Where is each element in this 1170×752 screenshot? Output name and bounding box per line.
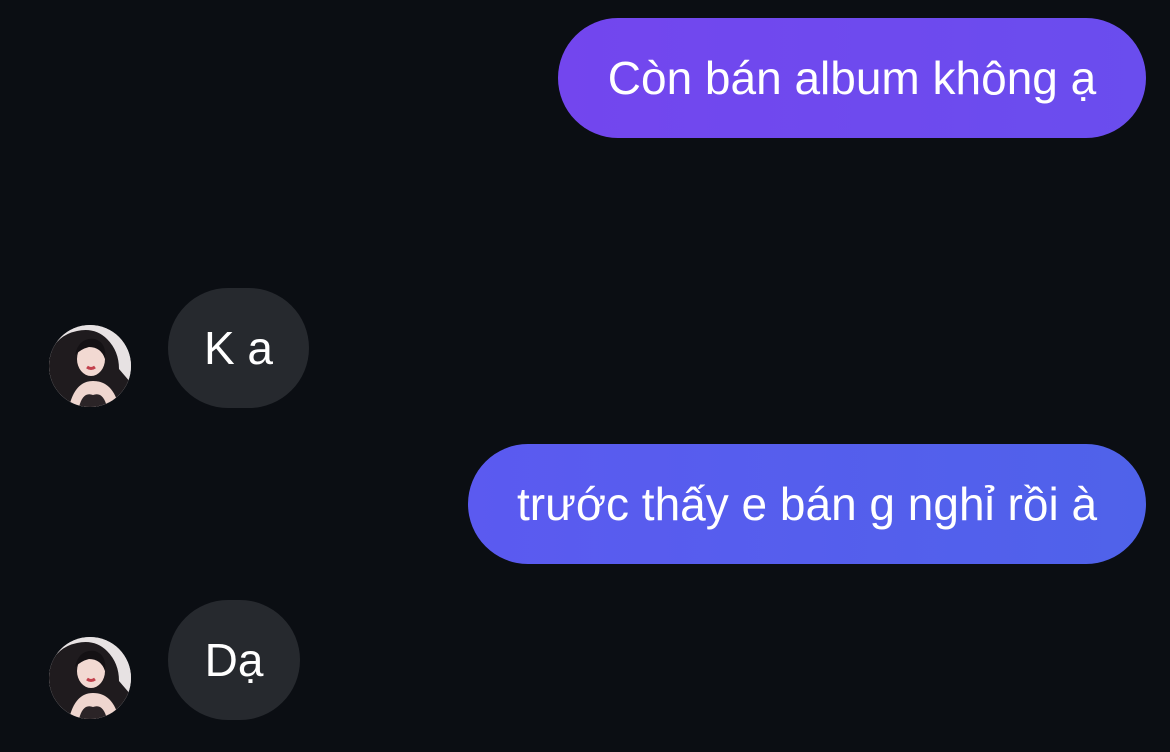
message-text: trước thấy e bán g nghỉ rồi à xyxy=(516,478,1098,530)
avatar-photo-icon xyxy=(49,637,131,719)
message-text: Còn bán album không ạ xyxy=(607,52,1097,104)
message-text: K a xyxy=(203,322,274,374)
avatar-photo-icon xyxy=(49,325,131,407)
contact-avatar[interactable] xyxy=(49,637,131,719)
incoming-message-bubble[interactable]: Dạ xyxy=(168,600,300,720)
message-text: Dạ xyxy=(204,634,264,686)
message-thread: Còn bán album không ạ K a trước thấy e b… xyxy=(0,0,1170,752)
contact-avatar[interactable] xyxy=(49,325,131,407)
outgoing-message-bubble[interactable]: trước thấy e bán g nghỉ rồi à xyxy=(468,444,1146,564)
outgoing-message-bubble[interactable]: Còn bán album không ạ xyxy=(558,18,1146,138)
incoming-message-bubble[interactable]: K a xyxy=(168,288,309,408)
